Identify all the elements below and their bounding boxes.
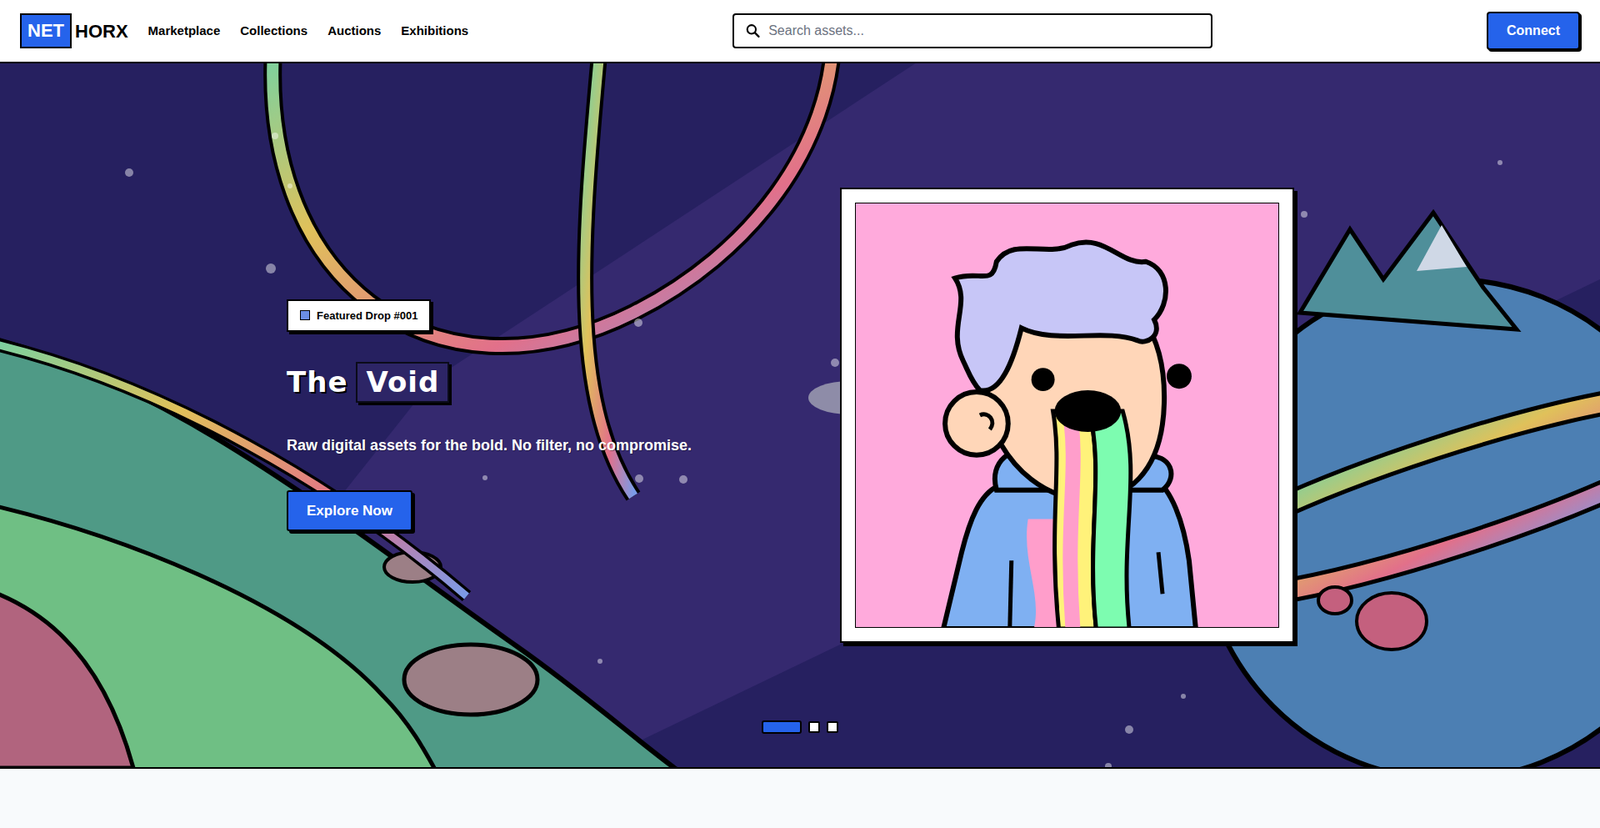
logo-horx[interactable]: HORX xyxy=(71,17,129,45)
nav-menu: Marketplace Collections Auctions Exhibition… xyxy=(148,21,470,41)
nav-link[interactable]: Exhibitions xyxy=(400,21,469,41)
logo-net[interactable]: NET xyxy=(20,13,72,50)
artwork-icon xyxy=(855,202,1280,628)
hero-text: Featured Drop #001 TheVoid Raw digital a… xyxy=(286,299,840,532)
carousel-indicator[interactable] xyxy=(761,720,802,734)
search-icon xyxy=(745,23,760,39)
title-highlight: Void xyxy=(355,361,450,403)
explore-button[interactable]: Explore Now xyxy=(286,490,413,532)
search-input[interactable] xyxy=(766,20,1200,42)
featured-badge: Featured Drop #001 xyxy=(286,299,431,333)
carousel-indicator[interactable] xyxy=(808,720,820,733)
carousel-indicator[interactable] xyxy=(826,720,839,733)
top-navbar: NET HORX Marketplace Collections Auctions E… xyxy=(0,0,1600,64)
artwork-card[interactable] xyxy=(840,187,1295,643)
logo[interactable]: NET HORX xyxy=(20,13,129,50)
connect-button[interactable]: Connect xyxy=(1486,11,1580,50)
space-background-icon xyxy=(0,63,1600,767)
nav-link[interactable]: Marketplace xyxy=(148,21,221,41)
nav-link[interactable]: Collections xyxy=(240,21,308,41)
nav-link[interactable]: Auctions xyxy=(327,21,381,41)
search-box[interactable] xyxy=(732,13,1213,49)
hero-title: TheVoid xyxy=(286,361,840,403)
badge-square-icon xyxy=(300,310,310,320)
hero-carousel: Featured Drop #001 TheVoid Raw digital a… xyxy=(0,63,1600,769)
hero-subtitle: Raw digital assets for the bold. No filt… xyxy=(286,434,840,457)
badge-text: Featured Drop #001 xyxy=(316,307,418,325)
carousel-indicators xyxy=(0,720,1600,734)
title-text: The xyxy=(286,365,348,399)
